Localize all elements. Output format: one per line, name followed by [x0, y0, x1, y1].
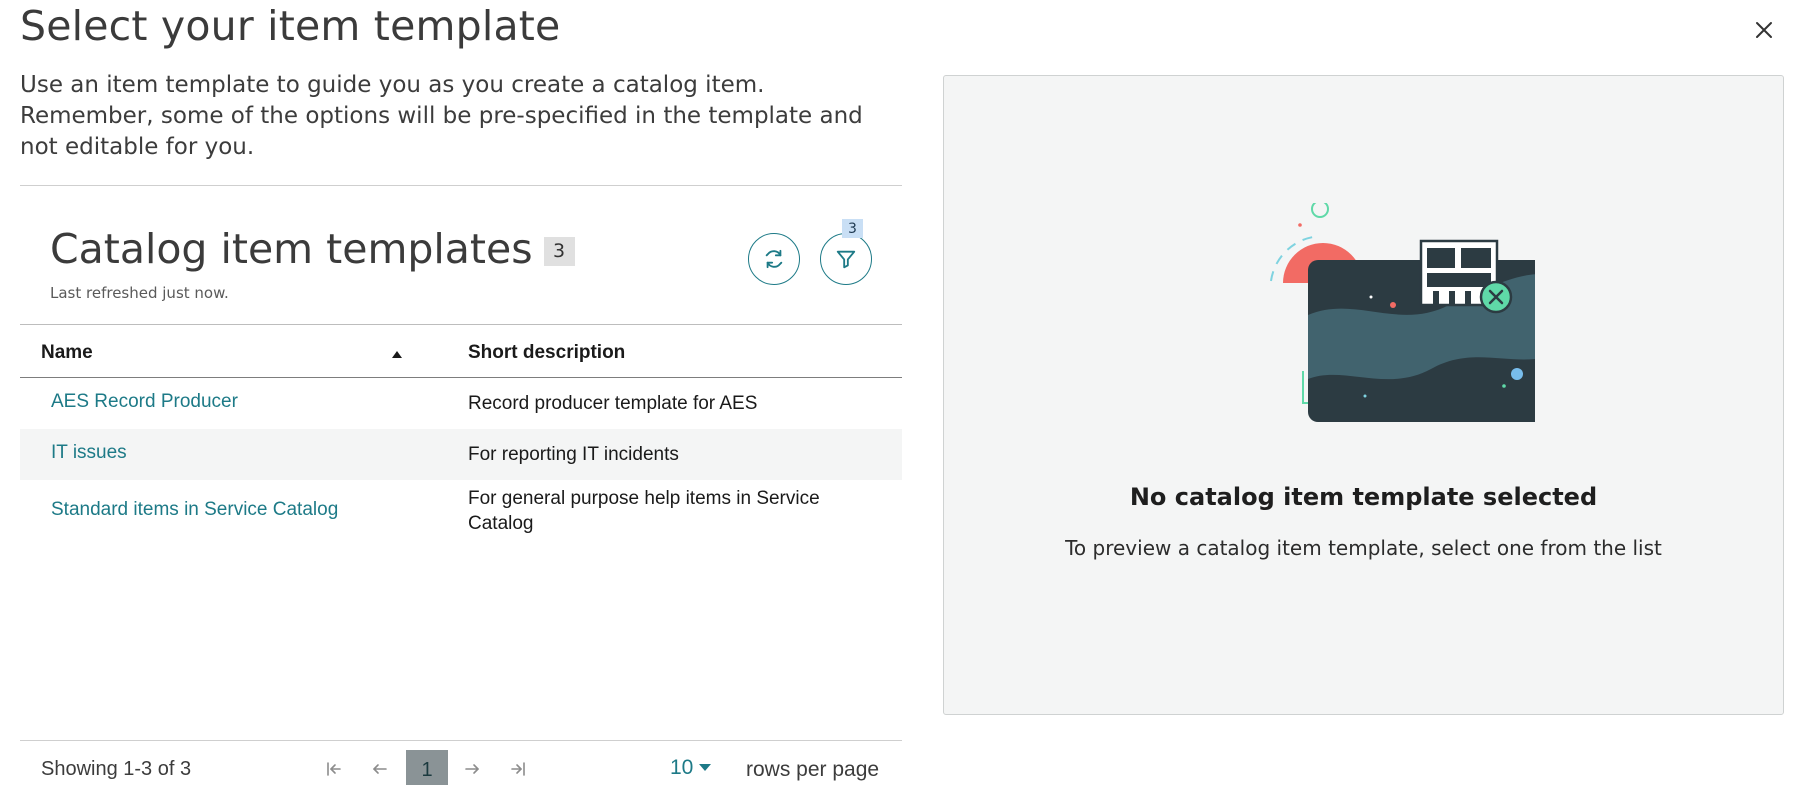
- templates-table: Name Short description AES Record Produc…: [20, 324, 902, 542]
- record-count-badge: 3: [543, 236, 575, 266]
- first-page-icon[interactable]: [324, 759, 344, 779]
- template-name-link[interactable]: Standard items in Service Catalog: [51, 499, 338, 521]
- table-header: Name Short description: [20, 324, 902, 378]
- rows-per-page-value: 10: [670, 756, 694, 779]
- filter-icon: [836, 250, 856, 269]
- table-row[interactable]: IT issues For reporting IT incidents: [20, 429, 902, 480]
- table-row[interactable]: Standard items in Service Catalog For ge…: [20, 480, 902, 542]
- showing-count: Showing 1-3 of 3: [41, 758, 192, 780]
- list-title: Catalog item templates: [50, 225, 533, 273]
- template-preview-panel: No catalog item template selected To pre…: [943, 75, 1784, 715]
- template-description: For general purpose help items in Servic…: [468, 488, 820, 534]
- dialog-title: Select your item template: [20, 2, 561, 50]
- refresh-button[interactable]: [748, 233, 800, 285]
- template-description: Record producer template for AES: [468, 393, 758, 414]
- rows-per-page-select[interactable]: 10: [670, 756, 712, 780]
- last-page-icon[interactable]: [508, 759, 528, 779]
- previous-page-icon[interactable]: [370, 759, 390, 779]
- current-page-button[interactable]: 1: [406, 750, 448, 785]
- last-refreshed-text: Last refreshed just now.: [50, 284, 229, 302]
- dialog-intro: Use an item template to guide you as you…: [20, 72, 863, 160]
- table-row[interactable]: AES Record Producer Record producer temp…: [20, 378, 902, 429]
- refresh-icon: [765, 249, 783, 269]
- empty-state-title: No catalog item template selected: [1129, 483, 1598, 511]
- list-header: Catalog item templates 3: [50, 225, 575, 273]
- close-icon: [1756, 22, 1772, 38]
- empty-state-illustration: [1270, 203, 1535, 422]
- sort-ascending-icon[interactable]: [390, 347, 404, 361]
- rows-per-page-label: rows per page: [746, 758, 880, 781]
- filter-count-badge: 3: [842, 219, 863, 238]
- template-name-link[interactable]: IT issues: [51, 442, 127, 464]
- filter-button[interactable]: [820, 233, 872, 285]
- divider: [20, 185, 902, 186]
- template-name-link[interactable]: AES Record Producer: [51, 391, 238, 413]
- next-page-icon[interactable]: [462, 759, 482, 779]
- column-header-name[interactable]: Name: [41, 342, 93, 364]
- empty-state-description: To preview a catalog item template, sele…: [1065, 536, 1662, 560]
- chevron-down-icon: [699, 764, 712, 771]
- close-button[interactable]: [1748, 14, 1780, 46]
- pagination: Showing 1-3 of 3 1 10 rows per page: [20, 741, 902, 785]
- column-header-short-description[interactable]: Short description: [468, 342, 625, 364]
- template-description: For reporting IT incidents: [468, 444, 679, 465]
